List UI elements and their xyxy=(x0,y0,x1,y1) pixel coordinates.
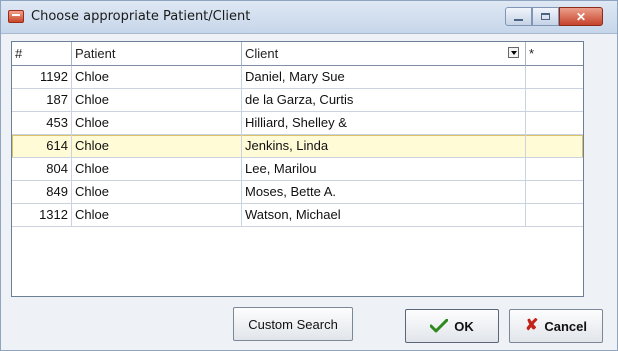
row-patient: Chloe xyxy=(72,135,242,158)
row-patient: Chloe xyxy=(72,89,242,112)
row-number: 614 xyxy=(12,135,72,158)
row-client: de la Garza, Curtis xyxy=(242,89,526,112)
table-row[interactable]: 804 Chloe Lee, Marilou xyxy=(12,158,583,181)
cancel-label: Cancel xyxy=(544,318,588,334)
row-extra xyxy=(526,158,583,181)
row-client: Watson, Michael xyxy=(242,204,526,227)
row-number: 187 xyxy=(12,89,72,112)
row-client: Daniel, Mary Sue xyxy=(242,66,526,89)
row-extra xyxy=(526,89,583,112)
row-extra xyxy=(526,66,583,89)
column-header-client[interactable]: Client xyxy=(242,42,526,66)
row-patient: Chloe xyxy=(72,204,242,227)
table-row[interactable]: 1192 Chloe Daniel, Mary Sue xyxy=(12,66,583,89)
check-icon xyxy=(430,319,449,333)
close-button[interactable]: ✕ xyxy=(559,7,603,26)
minimize-icon xyxy=(514,19,523,21)
minimize-button[interactable] xyxy=(505,7,532,26)
row-extra xyxy=(526,112,583,135)
maximize-icon xyxy=(541,13,550,20)
ok-label: OK xyxy=(454,318,474,334)
table-row[interactable]: 849 Chloe Moses, Bette A. xyxy=(12,181,583,204)
row-number: 1192 xyxy=(12,66,72,89)
row-client: Lee, Marilou xyxy=(242,158,526,181)
patient-client-grid: # Patient Client * 1192 Chloe Daniel, Mary… xyxy=(11,41,584,297)
row-patient: Chloe xyxy=(72,158,242,181)
app-icon xyxy=(8,10,24,23)
dropdown-arrow-icon[interactable] xyxy=(508,47,519,58)
custom-search-label: Custom Search xyxy=(248,316,338,332)
row-extra xyxy=(526,204,583,227)
row-patient: Chloe xyxy=(72,66,242,89)
custom-search-button[interactable]: Custom Search xyxy=(233,307,353,341)
table-row[interactable]: 1312 Chloe Watson, Michael xyxy=(12,204,583,227)
column-header-number[interactable]: # xyxy=(12,42,72,66)
row-extra xyxy=(526,135,583,158)
row-number: 1312 xyxy=(12,204,72,227)
column-header-patient[interactable]: Patient xyxy=(72,42,242,66)
table-row[interactable]: 614 Chloe Jenkins, Linda xyxy=(12,135,583,158)
title-bar[interactable]: Choose appropriate Patient/Client ✕ xyxy=(1,1,617,34)
ok-button[interactable]: OK xyxy=(405,309,499,343)
row-number: 453 xyxy=(12,112,72,135)
column-header-extra[interactable]: * xyxy=(526,42,583,66)
window-title: Choose appropriate Patient/Client xyxy=(31,9,251,24)
row-client: Jenkins, Linda xyxy=(242,135,526,158)
patient-client-dialog: Choose appropriate Patient/Client ✕ # Pa… xyxy=(0,0,618,351)
table-row[interactable]: 453 Chloe Hilliard, Shelley & xyxy=(12,112,583,135)
cancel-button[interactable]: ✘ Cancel xyxy=(509,309,603,343)
column-header-client-label: Client xyxy=(245,46,279,61)
row-number: 804 xyxy=(12,158,72,181)
row-client: Hilliard, Shelley & xyxy=(242,112,526,135)
row-extra xyxy=(526,181,583,204)
maximize-button[interactable] xyxy=(532,7,559,26)
table-row[interactable]: 187 Chloe de la Garza, Curtis xyxy=(12,89,583,112)
row-patient: Chloe xyxy=(72,181,242,204)
x-icon: ✘ xyxy=(524,317,539,334)
close-icon: ✕ xyxy=(575,9,587,24)
row-number: 849 xyxy=(12,181,72,204)
row-patient: Chloe xyxy=(72,112,242,135)
row-client: Moses, Bette A. xyxy=(242,181,526,204)
